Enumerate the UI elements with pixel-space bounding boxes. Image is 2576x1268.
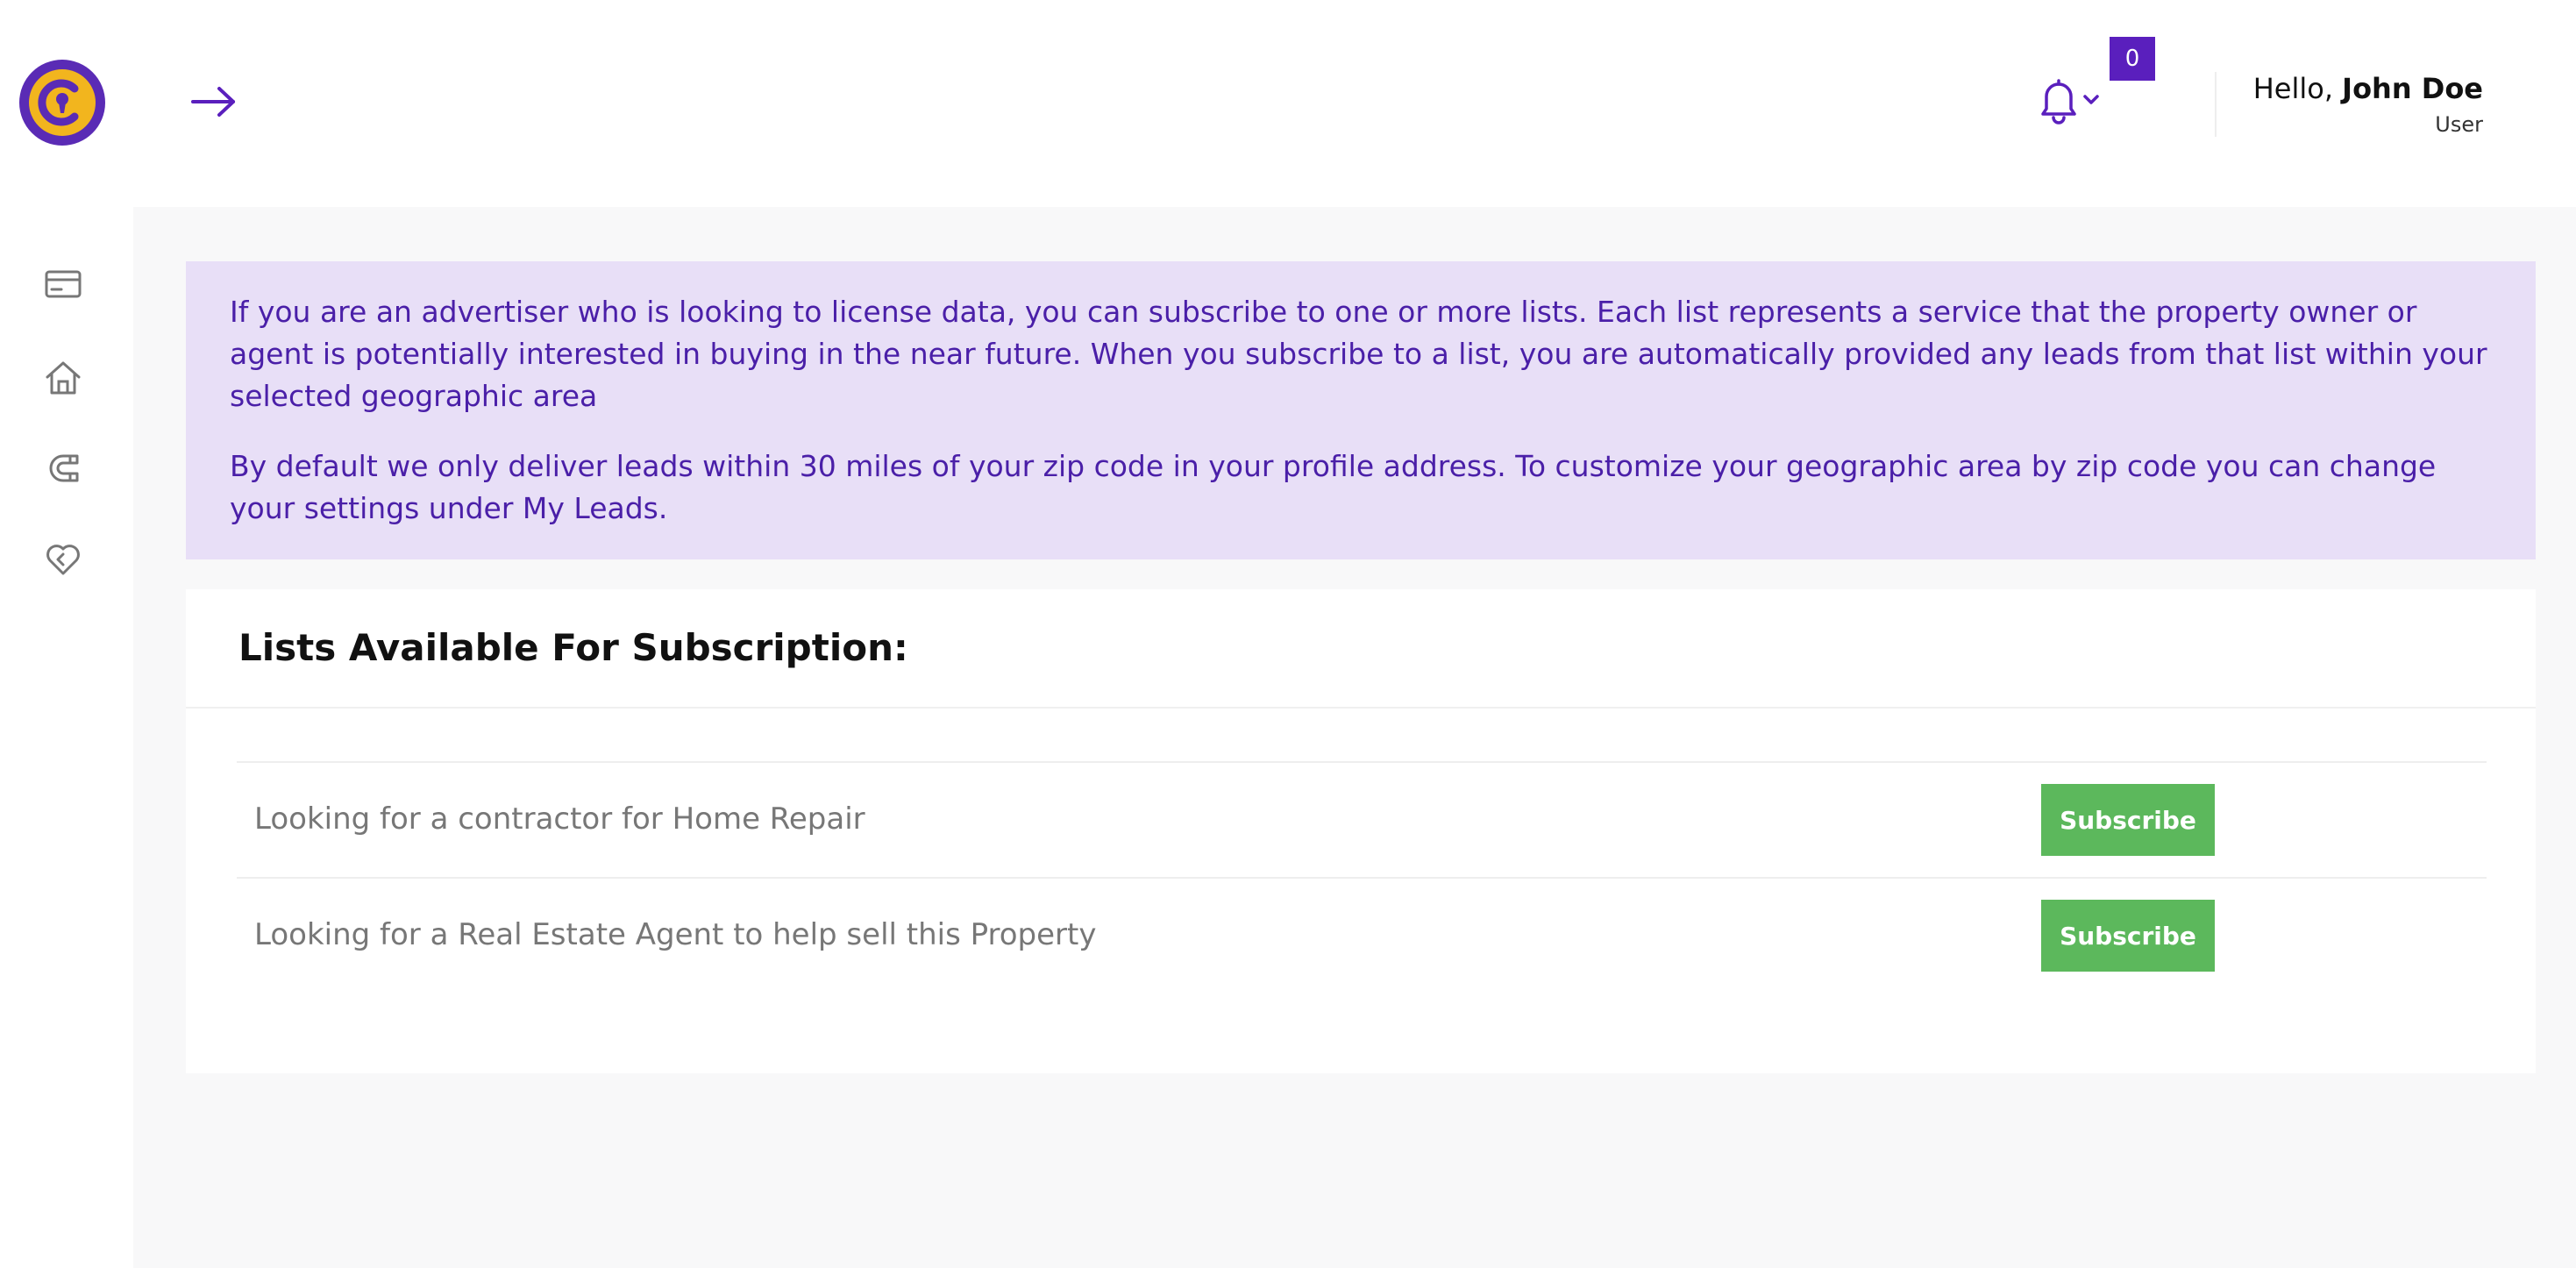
heart-icon — [46, 545, 80, 575]
header-divider — [2215, 72, 2217, 137]
subscribe-button[interactable]: Subscribe — [2041, 784, 2215, 856]
user-greeting[interactable]: Hello, John Doe — [2253, 72, 2483, 105]
bell-icon — [2041, 79, 2076, 125]
notice-paragraph-2: By default we only deliver leads within … — [230, 449, 2437, 525]
sidebar — [0, 207, 133, 1268]
card-divider — [186, 707, 2536, 709]
user-name: John Doe — [2342, 72, 2483, 105]
subscribe-button[interactable]: Subscribe — [2041, 900, 2215, 972]
sidebar-item-properties[interactable] — [40, 354, 86, 400]
greeting-prefix: Hello, — [2252, 72, 2343, 105]
notification-count-badge: 0 — [2110, 37, 2155, 81]
card-title: Lists Available For Subscription: — [238, 626, 908, 669]
subscription-lists-card: Lists Available For Subscription: Lookin… — [186, 589, 2536, 1073]
logo[interactable] — [19, 60, 105, 146]
sidebar-item-billing[interactable] — [40, 261, 86, 307]
user-role: User — [2435, 112, 2483, 137]
list-item: Looking for a contractor for Home Repair… — [237, 761, 2487, 877]
sidebar-item-leads[interactable] — [40, 445, 86, 491]
top-bar: 0 Hello, John Doe User — [0, 0, 2576, 207]
notice-paragraph-1: If you are an advertiser who is looking … — [230, 295, 2487, 413]
keyhole-logo-icon — [29, 69, 96, 136]
advertiser-info-notice: If you are an advertiser who is looking … — [186, 261, 2536, 559]
magnet-icon — [49, 454, 79, 482]
sidebar-item-favorites[interactable] — [40, 537, 86, 582]
notifications-dropdown[interactable] — [2034, 75, 2113, 128]
list-item: Looking for a Real Estate Agent to help … — [237, 877, 2487, 993]
chevron-down-icon — [2083, 95, 2099, 104]
home-icon — [46, 361, 81, 395]
list-item-label: Looking for a Real Estate Agent to help … — [254, 917, 1097, 952]
credit-card-icon — [45, 270, 82, 298]
list-item-label: Looking for a contractor for Home Repair — [254, 801, 865, 837]
arrow-right-icon[interactable] — [189, 84, 238, 119]
